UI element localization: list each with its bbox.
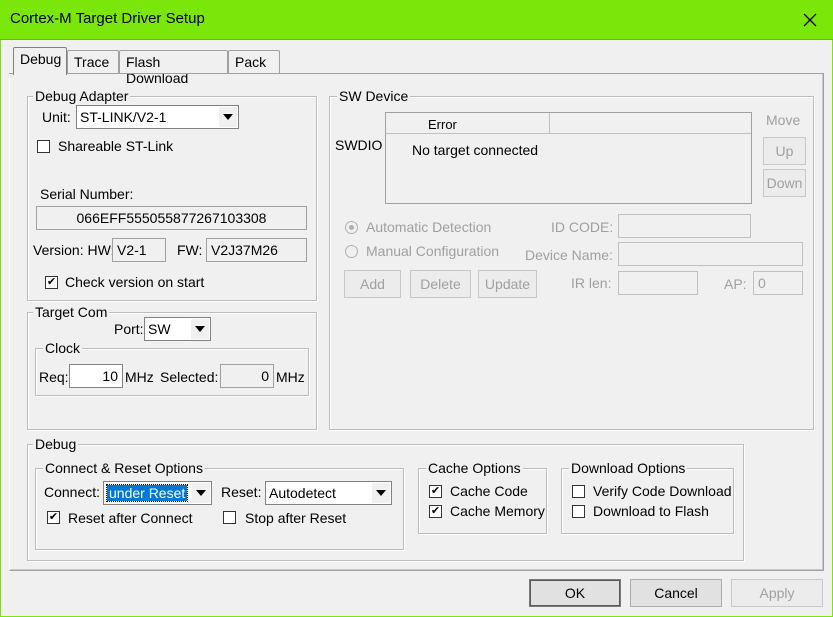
port-select[interactable]: SW	[144, 317, 211, 341]
verify-code-label: Verify Code Download	[593, 483, 732, 499]
verify-code-checkbox[interactable]	[572, 485, 585, 498]
window-title: Cortex-M Target Driver Setup	[10, 10, 205, 27]
check-version-checkbox[interactable]	[45, 276, 58, 289]
download-flash-label: Download to Flash	[593, 503, 709, 519]
selected-field: 0	[220, 364, 274, 388]
ok-button[interactable]: OK	[529, 579, 621, 607]
tab-flash-download[interactable]: Flash Download	[119, 50, 228, 86]
target-com-legend: Target Com	[33, 304, 110, 320]
cache-options-group	[418, 468, 547, 534]
cache-options-legend: Cache Options	[426, 460, 523, 476]
tab-trace-label: Trace	[74, 54, 110, 70]
download-options-legend: Download Options	[569, 460, 688, 476]
selected-label: Selected:	[160, 369, 219, 385]
clock-legend: Clock	[43, 340, 83, 356]
reset-select[interactable]: Autodetect	[265, 481, 392, 505]
tab-trace[interactable]: Trace	[67, 50, 119, 74]
connect-reset-legend: Connect & Reset Options	[43, 460, 205, 476]
serial-number-label: Serial Number:	[40, 186, 134, 202]
column-header-empty[interactable]	[550, 113, 751, 134]
port-label: Port:	[114, 321, 144, 337]
req-label: Req:	[39, 369, 69, 385]
tab-debug-label: Debug	[20, 51, 62, 67]
cache-memory-checkbox[interactable]	[429, 505, 442, 518]
apply-button[interactable]: Apply	[731, 579, 823, 607]
down-button[interactable]: Down	[763, 169, 806, 197]
cache-memory-label: Cache Memory	[450, 503, 545, 519]
shareable-label: Shareable ST-Link	[58, 138, 174, 154]
fw-label: FW:	[177, 242, 203, 258]
device-name-field[interactable]	[618, 242, 803, 266]
chevron-down-icon	[192, 483, 210, 503]
connect-select[interactable]: under Reset	[103, 481, 212, 505]
reset-select-value: Autodetect	[269, 485, 336, 501]
unit-select[interactable]: ST-LINK/V2-1	[76, 105, 239, 129]
close-button[interactable]	[787, 0, 833, 40]
reset-after-connect-checkbox[interactable]	[47, 511, 60, 524]
column-header-error[interactable]: Error	[386, 113, 550, 134]
id-code-label: ID CODE:	[551, 219, 614, 235]
chevron-down-icon	[372, 483, 390, 503]
selected-mhz-label: MHz	[276, 369, 305, 385]
manual-config-label: Manual Configuration	[366, 243, 500, 259]
download-flash-checkbox[interactable]	[572, 505, 585, 518]
auto-detect-radio[interactable]	[345, 221, 358, 234]
hw-version-field: V2-1	[112, 238, 166, 262]
stop-after-reset-label: Stop after Reset	[245, 510, 347, 526]
cache-code-label: Cache Code	[450, 483, 528, 499]
ir-len-field[interactable]	[618, 271, 698, 295]
ap-field[interactable]: 0	[753, 271, 803, 295]
port-select-value: SW	[148, 321, 171, 337]
connect-label: Connect:	[44, 484, 101, 500]
cancel-button[interactable]: Cancel	[630, 579, 722, 607]
title-bar: Cortex-M Target Driver Setup	[0, 0, 833, 40]
add-button[interactable]: Add	[344, 270, 401, 298]
tab-panel-top-edge	[9, 73, 824, 74]
fw-version-field: V2J37M26	[206, 238, 307, 262]
chevron-down-icon	[191, 319, 209, 339]
tab-debug[interactable]: Debug	[13, 47, 67, 75]
reset-after-connect-label: Reset after Connect	[68, 510, 193, 526]
device-list[interactable]: Error No target connected	[385, 112, 752, 204]
req-field[interactable]: 10	[69, 364, 123, 388]
check-version-label: Check version on start	[65, 274, 205, 290]
up-button[interactable]: Up	[763, 137, 806, 165]
debug-adapter-legend: Debug Adapter	[33, 88, 131, 104]
auto-detect-label: Automatic Detection	[366, 219, 492, 235]
tab-pack[interactable]: Pack	[228, 50, 280, 74]
version-hw-label: Version: HW:	[33, 242, 115, 258]
unit-select-value: ST-LINK/V2-1	[80, 109, 167, 125]
req-mhz-label: MHz	[125, 369, 154, 385]
tab-pack-label: Pack	[235, 54, 267, 70]
delete-button[interactable]: Delete	[410, 270, 471, 298]
debug-legend: Debug	[33, 436, 79, 452]
unit-label: Unit:	[42, 109, 71, 125]
sw-device-legend: SW Device	[337, 88, 411, 104]
download-options-group	[561, 468, 734, 534]
update-button[interactable]: Update	[478, 270, 537, 298]
reset-label: Reset:	[221, 484, 262, 500]
swdio-label: SWDIO	[335, 137, 383, 153]
serial-number-field: 066EFF555055877267103308	[36, 206, 307, 230]
stop-after-reset-checkbox[interactable]	[223, 511, 236, 524]
shareable-checkbox[interactable]	[37, 140, 50, 153]
cache-code-checkbox[interactable]	[429, 485, 442, 498]
move-label: Move	[766, 112, 801, 128]
chevron-down-icon	[219, 107, 237, 127]
ir-len-label: IR len:	[571, 275, 612, 291]
id-code-field[interactable]	[618, 214, 751, 238]
close-icon	[803, 13, 817, 27]
ap-label: AP:	[724, 276, 747, 292]
connect-select-value: under Reset	[105, 484, 189, 502]
manual-config-radio[interactable]	[345, 245, 358, 258]
device-row-text[interactable]: No target connected	[412, 142, 538, 159]
device-name-label: Device Name:	[525, 247, 613, 263]
